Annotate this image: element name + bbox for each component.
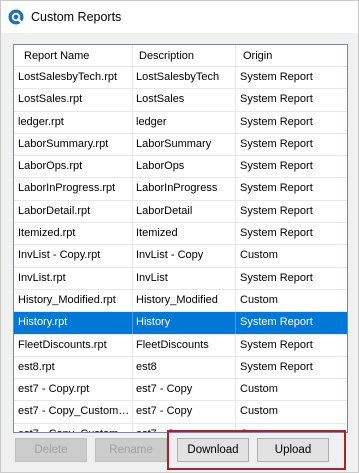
cell-report-name: Itemized.rpt — [14, 223, 133, 245]
cell-description: est8 — [133, 356, 236, 379]
cell-origin: System Report — [240, 271, 313, 284]
window-title: Custom Reports — [31, 10, 122, 24]
cell-origin: Custom — [240, 383, 278, 396]
download-button[interactable]: Download — [177, 438, 249, 462]
cell-description: FleetDiscounts — [133, 334, 236, 356]
cell-description: est7 - Copy — [133, 379, 236, 401]
cell-description: InvList - Copy — [133, 245, 236, 267]
table-row[interactable]: Itemized.rpt Itemized System Report — [14, 223, 347, 246]
cell-report-name: InvList.rpt — [14, 267, 133, 289]
table-row[interactable]: est8.rpt est8 System Report — [14, 356, 347, 380]
cell-description: est7 - Copy — [133, 401, 236, 423]
cell-report-name: LaborOps.rpt — [14, 156, 133, 178]
table-row[interactable]: LostSales.rpt LostSales System Report — [14, 89, 347, 112]
cell-origin: System Report — [240, 316, 313, 329]
cell-description: Itemized — [133, 223, 236, 245]
cell-description: LostSalesbyTech — [133, 67, 236, 89]
title-bar: Custom Reports — [1, 1, 358, 33]
cell-origin: System Report — [240, 115, 313, 128]
cell-report-name: LaborInProgress.rpt — [14, 178, 133, 200]
table-row[interactable]: est7 - Copy_Custom_... est7 - Copy Custom — [14, 401, 347, 424]
cell-description: InvList — [133, 267, 236, 289]
table-row[interactable]: InvList - Copy.rpt InvList - Copy Custom — [14, 245, 347, 268]
cell-report-name: est7 - Copy.rpt — [14, 379, 133, 401]
cell-description: LaborSummary — [133, 133, 236, 156]
cell-origin: Custom — [240, 249, 278, 262]
cell-report-name: FleetDiscounts.rpt — [14, 334, 133, 356]
cell-report-name: est7 - Copy_Custom... — [14, 423, 133, 432]
cell-report-name: LostSalesbyTech.rpt — [14, 67, 133, 89]
app-logo-icon — [8, 9, 24, 25]
cell-origin: Custom — [240, 405, 278, 418]
cell-origin: Custom — [240, 293, 278, 306]
grid-rows: LostSalesbyTech.rpt LostSalesbyTech System… — [14, 67, 347, 432]
cell-origin: System Report — [240, 204, 313, 217]
table-row[interactable]: FleetDiscounts.rpt FleetDiscounts System R… — [14, 334, 347, 357]
table-row[interactable]: LaborInProgress.rpt LaborInProgress System… — [14, 178, 347, 201]
cell-report-name: History.rpt — [14, 312, 133, 334]
cell-origin: System Report — [240, 160, 313, 173]
upload-button[interactable]: Upload — [257, 438, 329, 462]
table-row[interactable]: History.rpt History System Report — [14, 312, 347, 335]
cell-description: LaborInProgress — [133, 178, 236, 200]
table-row[interactable]: InvList.rpt InvList System Report — [14, 267, 347, 290]
table-row[interactable]: History_Modified.rpt History_Modified Cust… — [14, 289, 347, 313]
cell-origin: System Report — [240, 338, 313, 351]
column-header-report-name[interactable]: Report Name — [14, 45, 133, 67]
cell-description: History_Modified — [133, 289, 236, 312]
cell-origin: System Report — [240, 71, 313, 83]
cell-origin: System Report — [240, 227, 313, 240]
cell-description: LostSales — [133, 89, 236, 111]
cell-description: ledger — [133, 111, 236, 133]
cell-report-name: est8.rpt — [14, 356, 133, 379]
cell-origin: System Report — [240, 360, 313, 373]
cell-description: LaborOps — [133, 156, 236, 178]
table-row[interactable]: est7 - Copy.rpt est7 - Copy Custom — [14, 379, 347, 402]
rename-button[interactable]: Rename — [95, 438, 167, 462]
cell-report-name: est7 - Copy_Custom_... — [14, 401, 133, 423]
cell-report-name: InvList - Copy.rpt — [14, 245, 133, 267]
cell-report-name: LaborSummary.rpt — [14, 133, 133, 156]
cell-origin: System Report — [240, 182, 313, 195]
custom-reports-window: Custom Reports Report Name Description O… — [0, 0, 359, 473]
cell-description: LaborDetail — [133, 200, 236, 223]
table-row[interactable]: LostSalesbyTech.rpt LostSalesbyTech System… — [14, 67, 347, 90]
cell-report-name: LaborDetail.rpt — [14, 200, 133, 223]
column-header-description[interactable]: Description — [133, 45, 236, 67]
table-row[interactable]: LaborDetail.rpt LaborDetail System Report — [14, 200, 347, 224]
table-row[interactable]: LaborSummary.rpt LaborSummary System Repor… — [14, 133, 347, 157]
delete-button[interactable]: Delete — [15, 438, 87, 462]
grid-header: Report Name Description Origin — [14, 45, 347, 67]
cell-description: History — [133, 312, 236, 334]
cell-origin: System Report — [240, 137, 313, 150]
cell-report-name: History_Modified.rpt — [14, 289, 133, 312]
column-header-origin[interactable]: Origin — [236, 45, 347, 67]
reports-grid[interactable]: Report Name Description Origin LostSales… — [13, 44, 348, 433]
table-row[interactable]: ledger.rpt ledger System Report — [14, 111, 347, 134]
cell-origin: System Report — [240, 93, 313, 106]
table-row[interactable]: LaborOps.rpt LaborOps System Report — [14, 156, 347, 179]
cell-report-name: ledger.rpt — [14, 111, 133, 133]
cell-report-name: LostSales.rpt — [14, 89, 133, 111]
